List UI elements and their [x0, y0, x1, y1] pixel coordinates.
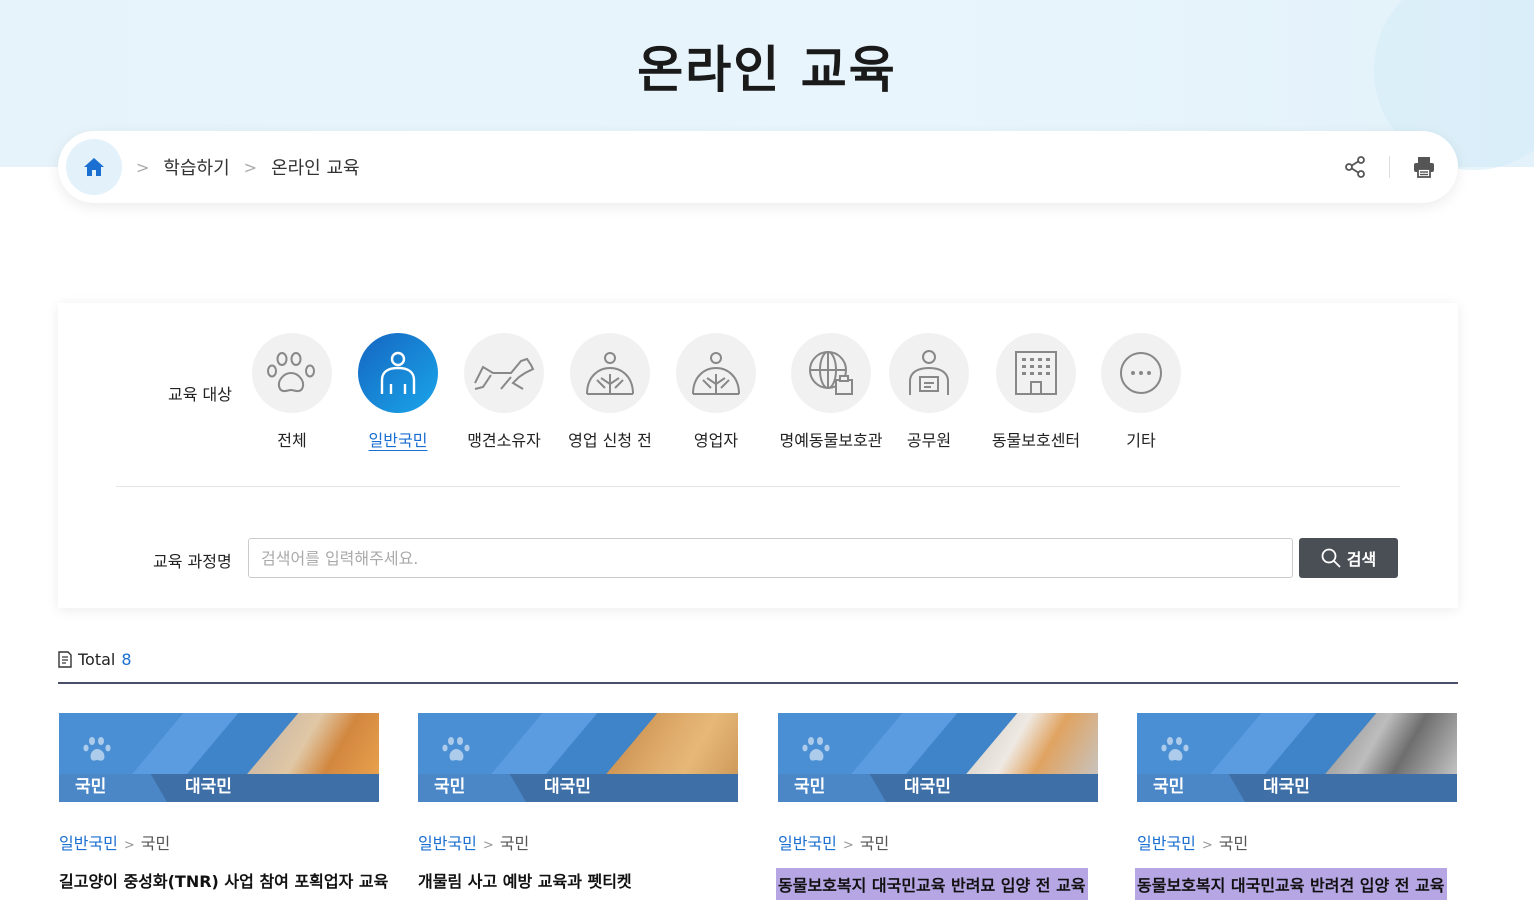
search-icon	[1321, 548, 1341, 568]
category-business-operator[interactable]: 영업자	[661, 333, 771, 451]
badge-left: 국민	[794, 777, 826, 797]
document-icon	[58, 651, 72, 668]
search-input[interactable]	[248, 538, 1293, 578]
person-hands-icon	[692, 352, 740, 395]
print-button[interactable]	[1412, 155, 1436, 179]
category-fierce-dog-owner[interactable]: 맹견소유자	[449, 333, 559, 451]
paw-icon	[802, 737, 830, 761]
search-button-label: 검색	[1346, 550, 1377, 569]
category-primary: 일반국민	[418, 834, 477, 853]
badge-right: 대국민	[544, 777, 591, 797]
category-label: 맹견소유자	[467, 431, 541, 450]
building-icon	[1015, 351, 1057, 395]
category-primary: 일반국민	[778, 834, 837, 853]
course-card[interactable]: 국민 대국민 일반국민 > 국민 개물림 사고 예방 교육과 펫티켓	[418, 713, 738, 892]
home-icon	[84, 158, 104, 176]
course-thumbnail: 국민 대국민	[1137, 713, 1457, 802]
paw-icon	[442, 737, 470, 761]
paw-icon	[267, 352, 315, 393]
course-thumbnail: 국민 대국민	[418, 713, 738, 802]
card-title[interactable]: 동물보호복지 대국민교육 반려묘 입양 전 교육	[776, 868, 1088, 900]
badge-left: 국민	[75, 777, 107, 797]
badge-left: 국민	[434, 777, 466, 797]
person-hands-icon	[586, 352, 634, 395]
course-name-label: 교육 과정명	[153, 552, 232, 571]
category-label: 공무원	[906, 431, 952, 450]
filter-panel: 교육 대상 전체 일반국민 맹견소유자 영업 신청 전 영업자 명예동물보호관 …	[58, 303, 1458, 608]
total-number: 8	[121, 650, 132, 669]
target-label: 교육 대상	[168, 385, 232, 404]
page-title: 온라인 교육	[637, 41, 897, 99]
course-thumbnail: 국민 대국민	[778, 713, 1098, 802]
category-separator: >	[482, 838, 494, 853]
search-button[interactable]: 검색	[1299, 538, 1398, 578]
card-title[interactable]: 동물보호복지 대국민교육 반려견 입양 전 교육	[1135, 868, 1447, 900]
card-title[interactable]: 길고양이 중성화(TNR) 사업 참여 포획업자 교육	[59, 868, 388, 892]
divider	[1389, 156, 1390, 178]
total-count: Total 8	[58, 650, 132, 669]
person-icon	[380, 351, 416, 394]
chevron-right-icon: >	[136, 157, 150, 177]
badge-right: 대국민	[904, 777, 951, 797]
category-label: 동물보호센터	[991, 431, 1081, 450]
breadcrumb: > 학습하기 > 온라인 교육	[58, 131, 1458, 203]
category-label: 일반국민	[368, 431, 428, 450]
home-button[interactable]	[66, 139, 122, 195]
card-title[interactable]: 개물림 사고 예방 교육과 펫티켓	[418, 868, 738, 892]
category-separator: >	[123, 838, 135, 853]
category-primary: 일반국민	[1137, 834, 1196, 853]
category-all[interactable]: 전체	[237, 333, 347, 451]
category-label: 영업자	[693, 431, 739, 450]
dog-icon	[474, 357, 535, 390]
divider	[116, 486, 1400, 487]
category-separator: >	[1201, 838, 1213, 853]
category-other[interactable]: 기타	[1086, 333, 1196, 451]
category-secondary: 국민	[1218, 834, 1249, 853]
paw-icon	[83, 737, 111, 761]
category-pre-business-application[interactable]: 영업 신청 전	[555, 333, 665, 451]
share-button[interactable]	[1343, 155, 1367, 179]
breadcrumb-item[interactable]: 학습하기	[163, 154, 229, 180]
course-thumbnail: 국민 대국민	[59, 713, 379, 802]
category-separator: >	[842, 838, 854, 853]
course-card[interactable]: 국민 대국민 일반국민 > 국민 동물보호복지 대국민교육 반려견 입양 전 교육	[1135, 713, 1457, 900]
paw-icon	[1161, 737, 1189, 761]
share-icon	[1345, 156, 1365, 178]
category-label: 명예동물보호관	[779, 431, 883, 450]
course-card[interactable]: 국민 대국민 일반국민 > 국민 동물보호복지 대국민교육 반려묘 입양 전 교육	[776, 713, 1098, 900]
category-public-official[interactable]: 공무원	[874, 333, 984, 451]
category-label: 전체	[277, 431, 307, 450]
badge-right: 대국민	[1263, 777, 1310, 797]
id-badge-person-icon	[909, 350, 949, 395]
card-category: 일반국민 > 국민	[418, 830, 738, 854]
print-icon	[1414, 157, 1434, 178]
card-category: 일반국민 > 국민	[1137, 830, 1457, 854]
category-secondary: 국민	[140, 834, 171, 853]
category-primary: 일반국민	[59, 834, 118, 853]
category-label: 기타	[1126, 431, 1156, 450]
chevron-right-icon: >	[243, 157, 258, 177]
category-animal-protection-center[interactable]: 동물보호센터	[981, 333, 1091, 451]
course-card[interactable]: 국민 대국민 일반국민 > 국민 길고양이 중성화(TNR) 사업 참여 포획업자 …	[59, 713, 388, 892]
badge-right: 대국민	[185, 777, 232, 797]
category-general-public[interactable]: 일반국민	[343, 333, 453, 451]
category-secondary: 국민	[499, 834, 530, 853]
total-label: Total	[78, 650, 116, 669]
card-category: 일반국민 > 국민	[778, 830, 1098, 854]
more-icon	[1120, 352, 1162, 394]
card-category: 일반국민 > 국민	[59, 830, 379, 854]
category-secondary: 국민	[859, 834, 890, 853]
globe-badge-icon	[809, 351, 853, 395]
breadcrumb-current: 온라인 교육	[271, 158, 360, 179]
category-honorary-animal-protector[interactable]: 명예동물보호관	[776, 333, 886, 451]
badge-left: 국민	[1153, 777, 1185, 797]
divider	[58, 682, 1458, 684]
category-label: 영업 신청 전	[568, 431, 652, 450]
